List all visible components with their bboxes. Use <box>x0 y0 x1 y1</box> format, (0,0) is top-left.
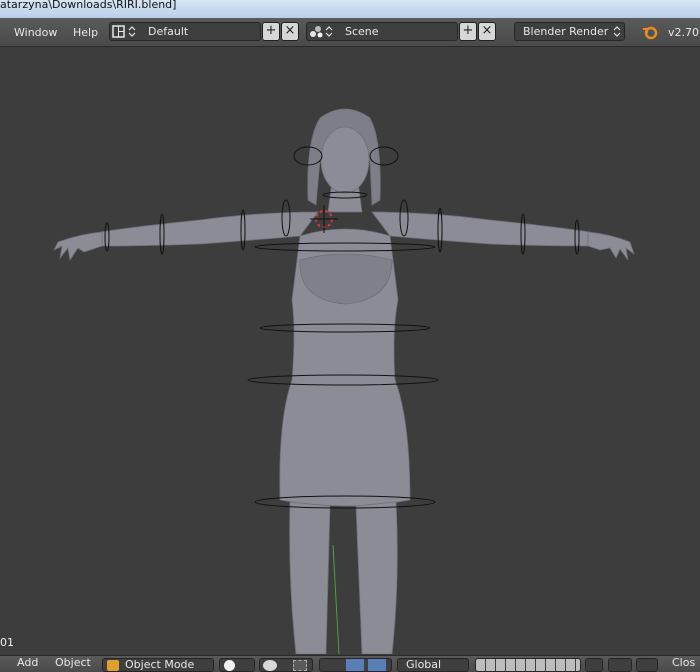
add-icon[interactable]: + <box>262 22 280 41</box>
add-icon[interactable]: + <box>459 22 477 41</box>
blender-logo-icon <box>642 24 658 40</box>
menu-window[interactable]: Window <box>14 26 57 39</box>
3d-viewport[interactable] <box>0 47 700 654</box>
screen-layout-selector[interactable]: Default <box>109 22 261 41</box>
pivot-icon <box>263 660 277 671</box>
snap-element-icon[interactable] <box>636 658 658 672</box>
mode-selector[interactable]: Object Mode <box>102 658 214 672</box>
clos-label: Clos <box>672 656 696 669</box>
screen-layout-name: Default <box>148 25 189 38</box>
render-engine-selector[interactable]: Blender Render <box>514 22 625 41</box>
menu-add[interactable]: Add <box>17 656 38 669</box>
menu-help[interactable]: Help <box>73 26 98 39</box>
close-icon[interactable]: × <box>281 22 299 41</box>
manipulator-translate-icon[interactable] <box>368 659 386 671</box>
mode-name: Object Mode <box>125 658 195 671</box>
window-title: atarzyna\Downloads\RIRI.blend] <box>0 0 177 11</box>
shading-sphere-icon <box>224 660 235 671</box>
frame-label: 01 <box>0 636 14 649</box>
info-header: Window Help Default + × Scene + × Blende… <box>0 18 700 47</box>
y-axis-line <box>332 544 340 654</box>
render-engine-name: Blender Render <box>523 25 609 38</box>
scene-name: Scene <box>345 25 379 38</box>
render-layer-icon[interactable] <box>608 658 632 672</box>
orientation-selector[interactable]: Global <box>397 658 469 672</box>
3d-view-header: Add Object Object Mode Global Clos <box>0 655 700 672</box>
scene-icon[interactable] <box>309 25 335 38</box>
layers-icon[interactable] <box>475 658 581 672</box>
menu-object[interactable]: Object <box>55 656 91 669</box>
scene-selector[interactable]: Scene <box>306 22 458 41</box>
screen-layout-icon[interactable] <box>112 25 138 38</box>
character-model[interactable] <box>53 108 635 654</box>
snap-icon <box>293 660 307 671</box>
pivot-selector[interactable] <box>259 658 313 672</box>
mode-cube-icon <box>107 660 119 671</box>
manipulator-icon[interactable] <box>319 658 392 672</box>
window-titlebar: atarzyna\Downloads\RIRI.blend] <box>0 0 700 18</box>
orientation-name: Global <box>406 658 442 671</box>
layer-lock-icon[interactable] <box>585 658 603 672</box>
version-label: v2.70 <box>668 26 700 39</box>
chevron-updown-icon <box>613 26 621 37</box>
manipulator-rotate-icon[interactable] <box>346 659 364 671</box>
close-icon[interactable]: × <box>478 22 496 41</box>
viewport-shading-selector[interactable] <box>219 658 255 672</box>
